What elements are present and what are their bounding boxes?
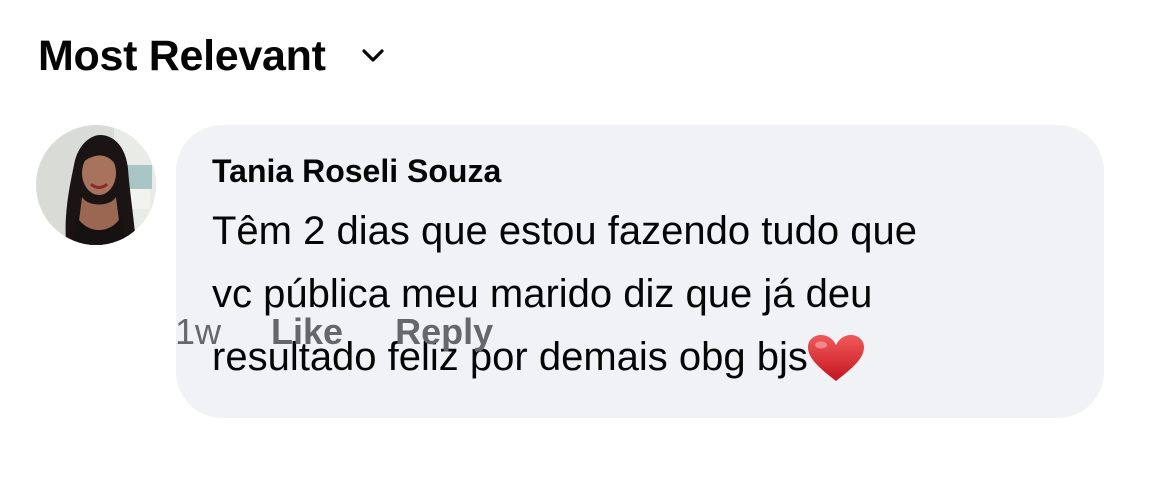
comment-author[interactable]: Tania Roseli Souza	[212, 153, 501, 190]
comment-timestamp[interactable]: 1w	[175, 311, 221, 353]
avatar[interactable]	[36, 125, 156, 245]
comment-bubble: Tania Roseli Souza Têm 2 dias que estou …	[176, 125, 1104, 418]
like-button[interactable]: Like	[271, 311, 343, 353]
reply-button[interactable]: Reply	[395, 311, 493, 353]
chevron-down-icon	[362, 49, 384, 62]
heart-icon	[807, 335, 864, 381]
comment-text: Têm 2 dias que estou fazendo tudo que vc…	[212, 200, 1092, 389]
avatar-image	[36, 125, 156, 245]
comment-actions: 1w Like Reply	[175, 310, 545, 354]
comment-line: Têm 2 dias que estou fazendo tudo que	[212, 209, 917, 253]
sort-label: Most Relevant	[38, 31, 326, 80]
sort-dropdown[interactable]: Most Relevant	[38, 26, 386, 86]
